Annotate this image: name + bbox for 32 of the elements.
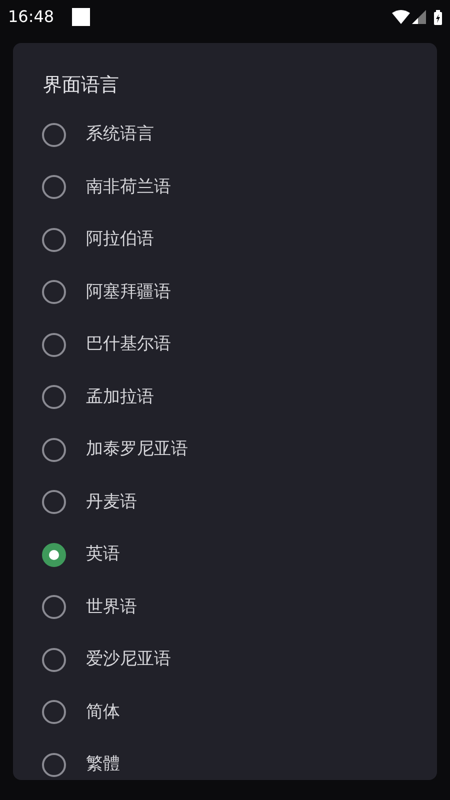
language-option[interactable]: 系统语言 [13,108,437,161]
radio-button[interactable] [42,542,66,567]
wifi-icon [392,10,410,24]
signal-icon [412,10,426,24]
radio-button[interactable] [42,385,66,410]
language-option[interactable]: 英语 [13,528,437,581]
radio-button[interactable] [42,595,66,620]
language-option[interactable]: 加泰罗尼亚语 [13,424,437,476]
radio-button[interactable] [42,490,66,514]
notification-icon [72,8,90,26]
language-option[interactable]: 孟加拉语 [13,371,437,424]
radio-button[interactable] [42,332,66,357]
language-option[interactable]: 世界语 [13,581,437,634]
dialog-title: 界面语言 [43,74,119,96]
language-option[interactable]: 繁體 [13,738,437,780]
language-option[interactable]: 丹麦语 [13,476,437,528]
language-option[interactable]: 简体 [13,686,437,738]
radio-button[interactable] [42,700,66,724]
radio-button[interactable] [42,122,66,147]
battery-icon [434,10,442,24]
radio-button[interactable] [42,175,66,200]
status-time: 16:48 [8,6,54,28]
radio-button[interactable] [42,648,66,672]
language-option[interactable]: 巴什基尔语 [13,318,437,371]
language-option[interactable]: 阿塞拜疆语 [13,266,437,318]
radio-button[interactable] [42,280,66,304]
radio-button[interactable] [42,752,66,777]
radio-button[interactable] [42,228,66,252]
language-option[interactable]: 爱沙尼亚语 [13,634,437,686]
radio-button[interactable] [42,438,66,462]
language-option[interactable]: 南非荷兰语 [13,161,437,214]
language-option[interactable]: 阿拉伯语 [13,214,437,266]
